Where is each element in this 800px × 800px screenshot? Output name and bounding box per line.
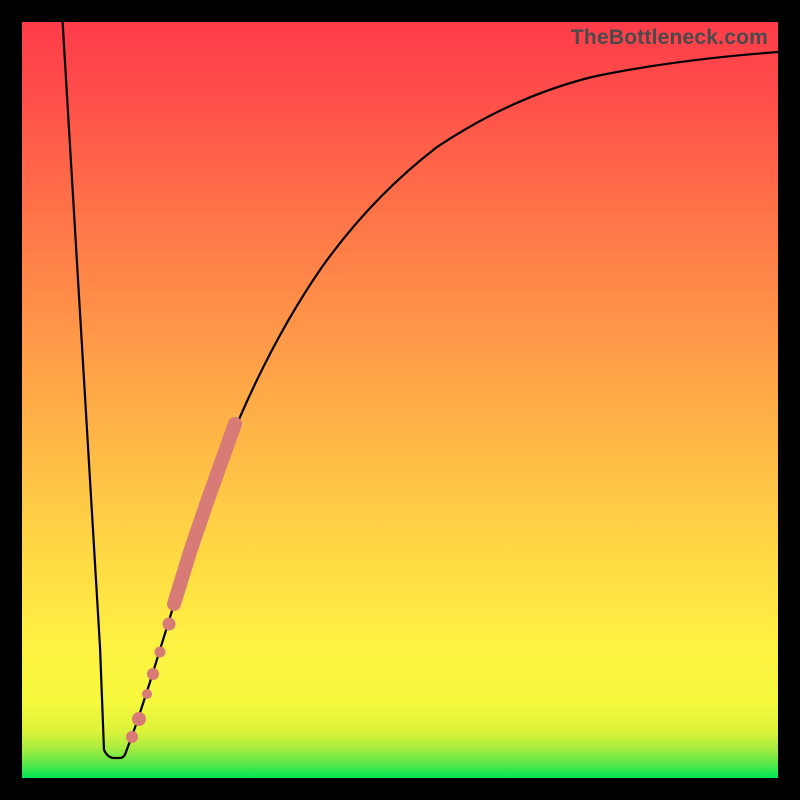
plot-area: TheBottleneck.com: [22, 22, 778, 778]
curve-svg: [22, 22, 778, 778]
highlight-dot: [126, 731, 138, 743]
highlight-thick-segment: [174, 424, 235, 604]
highlight-dot: [147, 668, 159, 680]
main-curve: [62, 12, 778, 758]
highlight-dot: [142, 689, 152, 699]
highlight-dot: [132, 712, 146, 726]
highlight-dot: [155, 647, 166, 658]
chart-frame: TheBottleneck.com: [0, 0, 800, 800]
highlight-dot: [163, 618, 176, 631]
